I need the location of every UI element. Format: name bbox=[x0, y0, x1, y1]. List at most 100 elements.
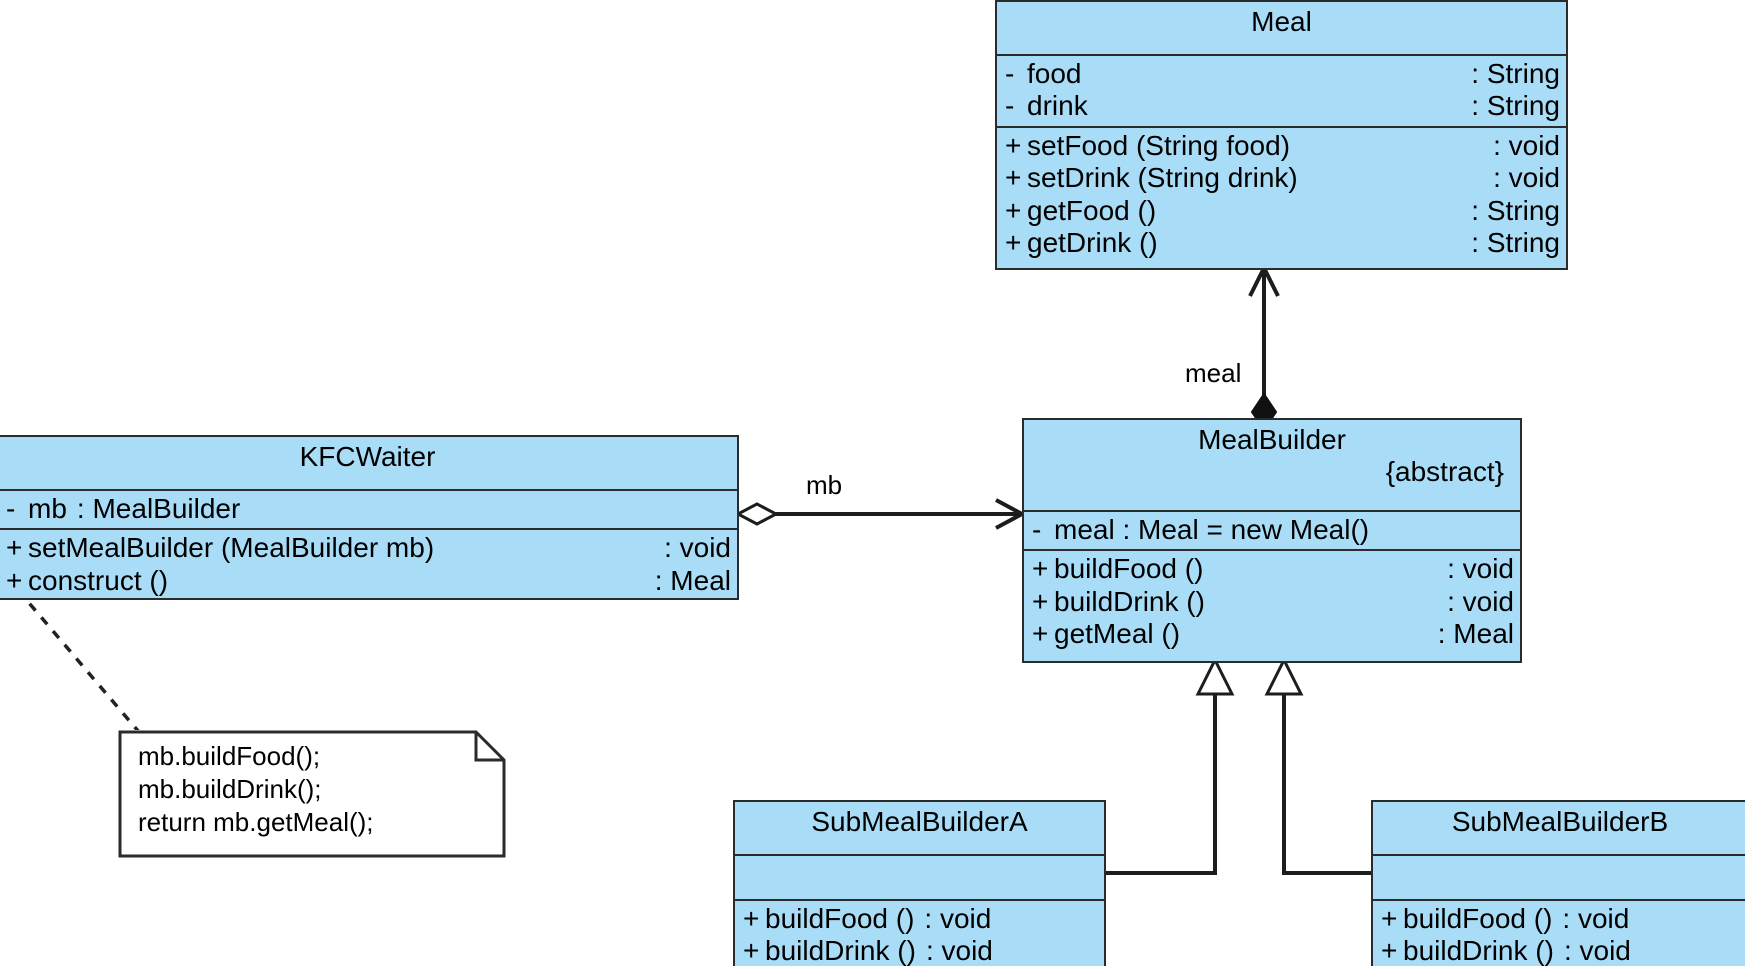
attributes-compartment-kfcwaiter: - mb : MealBuilder bbox=[0, 491, 737, 528]
member-type-text: String bbox=[1486, 58, 1560, 89]
operation-row: + getMeal () : Meal bbox=[1024, 618, 1520, 650]
class-name-mealbuilder: MealBuilder {abstract} bbox=[1024, 420, 1520, 510]
edge-submealbuilderb-mealbuilder bbox=[1264, 656, 1371, 875]
member-signature: food bbox=[1027, 58, 1082, 89]
member-signature: setFood (String food) bbox=[1027, 129, 1291, 161]
operation-row: + buildFood () : void bbox=[1373, 903, 1745, 935]
edge-kfcwaiter-note bbox=[16, 588, 152, 747]
member-signature: buildFood () bbox=[1054, 553, 1204, 585]
note-construct-body[interactable]: mb.buildFood(); mb.buildDrink(); return … bbox=[118, 730, 506, 858]
member-type-text: Meal bbox=[670, 564, 731, 596]
class-box-submealbuildera[interactable]: SubMealBuilderA + buildFood () : void + … bbox=[733, 800, 1106, 966]
attribute-row: - meal : Meal = new Meal() bbox=[1024, 514, 1520, 546]
class-name-kfcwaiter: KFCWaiter bbox=[0, 437, 737, 489]
attributes-compartment-mealbuilder: - meal : Meal = new Meal() bbox=[1024, 512, 1520, 549]
member-signature: setDrink (String drink) bbox=[1027, 162, 1298, 194]
attributes-compartment-submealbuildera bbox=[735, 856, 1104, 899]
member-type: : void bbox=[1447, 585, 1514, 617]
visibility-marker: - bbox=[1032, 514, 1042, 545]
operations-compartment-submealbuilderb: + buildFood () : void + buildDrink () : … bbox=[1373, 901, 1745, 966]
member-signature: meal : Meal = new Meal() bbox=[1054, 514, 1370, 545]
member-type: : void bbox=[925, 935, 993, 966]
member-signature: getFood () bbox=[1027, 194, 1157, 226]
visibility-marker: + bbox=[1005, 162, 1022, 194]
member-signature: drink bbox=[1027, 90, 1088, 122]
member-type: : void bbox=[924, 903, 992, 934]
operation-row: + buildDrink () : void bbox=[1373, 935, 1745, 966]
visibility-marker: + bbox=[6, 532, 23, 564]
attributes-compartment-submealbuilderb bbox=[1373, 856, 1745, 899]
edge-label-text: meal bbox=[1185, 358, 1242, 388]
class-box-kfcwaiter[interactable]: KFCWaiter - mb : MealBuilder + setMealBu… bbox=[0, 435, 739, 600]
member-type: : void bbox=[1493, 162, 1560, 194]
class-name-submealbuilderb: SubMealBuilderB bbox=[1373, 802, 1745, 854]
member-signature: buildDrink () bbox=[1054, 585, 1205, 617]
member-signature: buildDrink () bbox=[1403, 935, 1554, 966]
edge-label-mb: mb bbox=[806, 470, 842, 501]
operations-compartment-mealbuilder: + buildFood () : void + buildDrink () : … bbox=[1024, 551, 1520, 653]
class-box-meal[interactable]: Meal - food : String - drink : String + … bbox=[995, 0, 1568, 270]
class-title-text: SubMealBuilderB bbox=[1451, 806, 1669, 837]
member-type-text: void bbox=[941, 935, 993, 966]
visibility-marker: + bbox=[1032, 585, 1049, 617]
edge-label-meal: meal bbox=[1185, 358, 1241, 389]
member-type: : String bbox=[1471, 58, 1560, 89]
operation-row: + buildFood () : void bbox=[1024, 553, 1520, 585]
visibility-marker: + bbox=[1381, 935, 1398, 966]
member-type-text: void bbox=[679, 532, 731, 564]
class-title-text: SubMealBuilderA bbox=[811, 806, 1028, 837]
operation-row: + getDrink () : String bbox=[997, 227, 1566, 259]
operation-row: + buildDrink () : void bbox=[735, 935, 1104, 966]
member-type: : void bbox=[664, 532, 731, 564]
member-signature: mb bbox=[28, 493, 67, 524]
operation-row: + buildDrink () : void bbox=[1024, 586, 1520, 618]
member-type: : void bbox=[1493, 129, 1560, 161]
member-type: : String bbox=[1471, 227, 1560, 259]
class-box-submealbuilderb[interactable]: SubMealBuilderB + buildFood () : void + … bbox=[1371, 800, 1745, 966]
operation-row: + buildFood () : void bbox=[735, 903, 1104, 935]
visibility-marker: - bbox=[6, 493, 16, 524]
visibility-marker: + bbox=[743, 903, 760, 934]
member-type-text: void bbox=[1508, 129, 1560, 161]
member-type: : void bbox=[1447, 553, 1514, 585]
visibility-marker: + bbox=[1005, 129, 1022, 161]
member-signature: buildDrink () bbox=[765, 935, 916, 966]
member-signature: buildFood () bbox=[1403, 903, 1553, 934]
member-type-text: void bbox=[939, 903, 992, 934]
operations-compartment-meal: + setFood (String food) : void + setDrin… bbox=[997, 128, 1566, 263]
member-type-text: String bbox=[1486, 227, 1560, 259]
member-type: : Meal bbox=[654, 564, 731, 596]
member-signature: getDrink () bbox=[1027, 227, 1158, 259]
member-type-text: void bbox=[1508, 162, 1560, 194]
attribute-row: - drink : String bbox=[997, 90, 1566, 122]
operation-row: + construct () : Meal bbox=[0, 565, 737, 597]
member-type-text: MealBuilder bbox=[92, 493, 241, 524]
member-type-text: void bbox=[1579, 935, 1631, 966]
member-type-text: void bbox=[1462, 585, 1514, 617]
operations-compartment-kfcwaiter: + setMealBuilder (MealBuilder mb) : void… bbox=[0, 530, 737, 600]
visibility-marker: + bbox=[1005, 227, 1022, 259]
member-signature: setMealBuilder (MealBuilder mb) bbox=[28, 532, 435, 564]
visibility-marker: + bbox=[743, 935, 760, 966]
member-type: : String bbox=[1471, 90, 1560, 122]
operation-row: + getFood () : String bbox=[997, 195, 1566, 227]
attribute-row: - mb : MealBuilder bbox=[0, 493, 737, 525]
class-title-text: KFCWaiter bbox=[299, 441, 436, 472]
class-title-text: Meal bbox=[1251, 6, 1312, 37]
visibility-marker: + bbox=[1005, 194, 1022, 226]
class-box-mealbuilder[interactable]: MealBuilder {abstract} - meal : Meal = n… bbox=[1022, 418, 1522, 663]
member-type: : Meal bbox=[1437, 618, 1514, 650]
member-type: : void bbox=[1562, 903, 1630, 934]
visibility-marker: + bbox=[1381, 903, 1398, 934]
class-title-text: MealBuilder bbox=[1198, 424, 1346, 455]
operation-row: + setDrink (String drink) : void bbox=[997, 162, 1566, 194]
edge-mealbuilder-meal bbox=[1248, 263, 1280, 432]
visibility-marker: - bbox=[1005, 58, 1015, 89]
member-type-text: Meal bbox=[1453, 618, 1514, 650]
class-name-meal: Meal bbox=[997, 2, 1566, 54]
class-name-submealbuildera: SubMealBuilderA bbox=[735, 802, 1104, 854]
member-signature: construct () bbox=[28, 564, 169, 596]
member-type-text: void bbox=[1462, 553, 1514, 585]
visibility-marker: + bbox=[6, 564, 23, 596]
note-line: mb.buildFood(); bbox=[138, 741, 321, 771]
